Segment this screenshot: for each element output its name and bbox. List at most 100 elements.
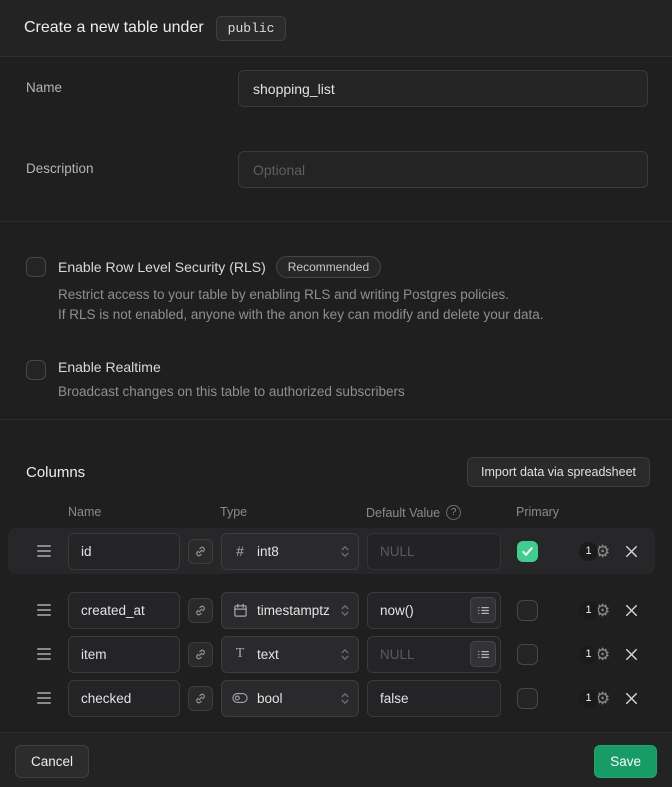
remove-column-button[interactable] [623, 603, 640, 618]
column-row: timestamptz 1⚙ [0, 588, 672, 632]
close-icon [624, 603, 639, 618]
list-icon [477, 648, 490, 661]
column-name-input[interactable] [68, 680, 180, 717]
link-icon [194, 545, 207, 558]
column-type-select[interactable]: timestamptz [221, 592, 359, 629]
suggestion-picker-button[interactable] [470, 597, 496, 623]
realtime-label: Enable Realtime [58, 359, 161, 375]
header-primary: Primary [516, 505, 559, 520]
header-name: Name [68, 505, 220, 520]
chevron-updown-icon [340, 691, 350, 706]
settings-count-badge: 1 [579, 601, 598, 620]
description-label: Description [26, 151, 238, 176]
column-settings: 1⚙ [579, 645, 617, 664]
column-settings: 1⚙ [579, 601, 617, 620]
settings-count-badge: 1 [579, 689, 598, 708]
rls-option: Enable Row Level Security (RLS) Recommen… [26, 256, 646, 325]
column-type-select[interactable]: # int8 [221, 533, 359, 570]
column-row: bool 1⚙ [0, 676, 672, 720]
rls-label: Enable Row Level Security (RLS) [58, 259, 266, 275]
calendar-icon [232, 603, 248, 618]
default-value-input[interactable] [367, 680, 501, 717]
rls-checkbox[interactable] [26, 257, 46, 277]
column-type-value: int8 [257, 544, 331, 559]
column-name-input[interactable] [68, 592, 180, 629]
close-icon [624, 544, 639, 559]
settings-count-badge: 1 [579, 542, 598, 561]
foreign-key-button[interactable] [188, 686, 213, 711]
name-field-row: Name [26, 70, 648, 107]
toggle-icon [232, 692, 248, 704]
primary-checkbox[interactable] [517, 600, 538, 621]
rls-option-body: Enable Row Level Security (RLS) Recommen… [58, 256, 544, 325]
chevron-updown-icon [340, 544, 350, 559]
link-icon [194, 648, 207, 661]
column-type-value: bool [257, 691, 331, 706]
header-default-label: Default Value [366, 506, 440, 520]
check-icon [521, 545, 534, 558]
page-title: Create a new table under [24, 19, 204, 37]
realtime-description: Broadcast changes on this table to autho… [58, 382, 405, 402]
suggestion-picker-button[interactable] [470, 641, 496, 667]
column-name-input[interactable] [68, 533, 180, 570]
schema-badge: public [216, 16, 287, 41]
column-settings: 1⚙ [579, 542, 617, 561]
column-type-select[interactable]: Ttext [221, 636, 359, 673]
save-button[interactable]: Save [594, 745, 657, 778]
chevron-updown-icon [340, 603, 350, 618]
remove-column-button[interactable] [623, 647, 640, 662]
columns-section: Columns Import data via spreadsheet Name… [0, 420, 672, 732]
columns-grid-header: Name Type Default Value ? Primary [0, 505, 672, 520]
panel-content: Name Description Enable Row Level Securi… [0, 57, 672, 732]
general-section: Name Description [0, 57, 672, 221]
hash-icon: # [232, 543, 248, 559]
foreign-key-button[interactable] [188, 642, 213, 667]
default-value-wrap [367, 636, 501, 673]
settings-count-badge: 1 [579, 645, 598, 664]
realtime-checkbox[interactable] [26, 360, 46, 380]
import-spreadsheet-button[interactable]: Import data via spreadsheet [467, 457, 650, 487]
drag-handle-icon[interactable] [37, 692, 51, 704]
help-icon[interactable]: ? [446, 505, 461, 520]
column-type-value: timestamptz [257, 603, 331, 618]
create-table-panel: Create a new table under public Name Des… [0, 0, 672, 787]
name-label: Name [26, 70, 238, 95]
options-section: Enable Row Level Security (RLS) Recommen… [0, 222, 672, 419]
rls-description-line1: Restrict access to your table by enablin… [58, 285, 544, 305]
table-name-input[interactable] [238, 70, 648, 107]
table-description-input[interactable] [238, 151, 648, 188]
default-value-wrap [367, 680, 501, 717]
default-value-input [367, 533, 501, 570]
foreign-key-button[interactable] [188, 598, 213, 623]
realtime-option: Enable Realtime Broadcast changes on thi… [26, 359, 646, 402]
column-row: # int8 1⚙ [0, 528, 672, 574]
close-icon [624, 691, 639, 706]
cancel-button[interactable]: Cancel [15, 745, 89, 778]
default-value-wrap [367, 533, 501, 570]
primary-checkbox[interactable] [517, 644, 538, 665]
column-name-input[interactable] [68, 636, 180, 673]
column-type-value: text [257, 647, 331, 662]
drag-handle-icon[interactable] [37, 604, 51, 616]
remove-column-button[interactable] [623, 544, 640, 559]
primary-checkbox[interactable] [517, 541, 538, 562]
drag-handle-icon[interactable] [37, 545, 51, 557]
foreign-key-button[interactable] [188, 539, 213, 564]
primary-checkbox[interactable] [517, 688, 538, 709]
list-icon [477, 604, 490, 617]
text-icon: T [232, 646, 248, 662]
rls-description: Restrict access to your table by enablin… [58, 285, 544, 325]
column-row: Ttext 1⚙ [0, 632, 672, 676]
panel-footer: Cancel Save [0, 732, 672, 787]
column-settings: 1⚙ [579, 689, 617, 708]
column-type-select[interactable]: bool [221, 680, 359, 717]
close-icon [624, 647, 639, 662]
column-rows: # int8 1⚙ timestamptz 1⚙ Ttext 1⚙ bool 1⚙ [0, 528, 672, 720]
chevron-updown-icon [340, 647, 350, 662]
link-icon [194, 692, 207, 705]
header-type: Type [220, 505, 366, 520]
remove-column-button[interactable] [623, 691, 640, 706]
recommended-badge: Recommended [276, 256, 381, 278]
drag-handle-icon[interactable] [37, 648, 51, 660]
header-default-value: Default Value ? [366, 505, 516, 520]
